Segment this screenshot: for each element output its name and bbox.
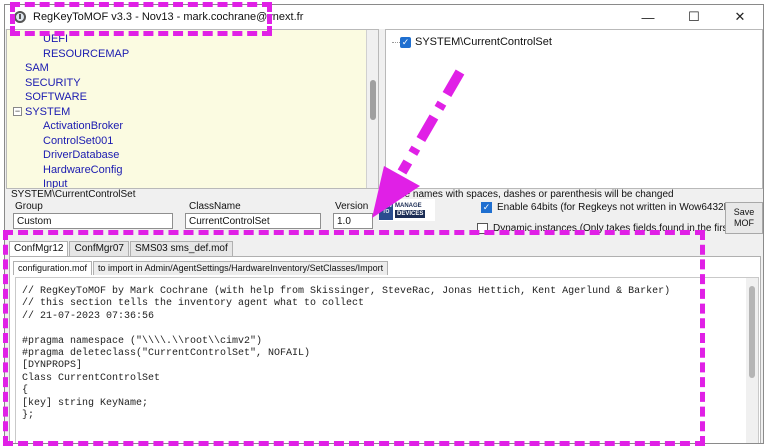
close-button[interactable]: ✕ — [717, 5, 763, 29]
window-title: RegKeyToMOF v3.3 - Nov13 - mark.cochrane… — [33, 11, 304, 23]
selected-path-label: SYSTEM\CurrentControlSet — [11, 189, 136, 200]
tree-item-label: DriverDatabase — [43, 149, 120, 161]
tree-item-label: HardwareConfig — [43, 163, 123, 176]
tree-item[interactable]: UEFI — [43, 32, 68, 46]
dynamic-instances-label: Dynamic instances (Only takes fields fou… — [493, 223, 757, 234]
checkbox-checked-icon[interactable]: ✓ — [481, 202, 492, 213]
tree-item[interactable]: DriverDatabase — [43, 148, 119, 162]
tree-item-label: SOFTWARE — [25, 91, 87, 103]
tree-scrollbar-thumb[interactable] — [370, 80, 376, 120]
naming-note: de names with spaces, dashes or parenthe… — [399, 189, 674, 200]
logo-devices-text: DEVICES — [395, 210, 426, 218]
group-label: Group — [15, 201, 43, 212]
checkbox-checked-icon[interactable]: ✓ — [400, 36, 411, 48]
selected-key-node[interactable]: ✓ SYSTEM\CurrentControlSet — [400, 36, 552, 48]
code-line: #pragma deleteclass("CurrentControlSet",… — [22, 348, 311, 359]
howtomanagedevices-logo: HOW TO MANAGE DEVICES — [379, 199, 435, 221]
tree-item-label: ControlSet001 — [43, 134, 114, 147]
title-bar[interactable]: RegKeyToMOF v3.3 - Nov13 - mark.cochrane… — [5, 5, 763, 29]
config-tabs: ConfMgr12 ConfMgr07 SMS03 sms_def.mof — [9, 241, 234, 257]
minimize-icon: — — [641, 9, 655, 25]
tab-import-mof[interactable]: to import in Admin/AgentSettings/Hardwar… — [93, 261, 389, 275]
code-line: [DYNPROPS] — [22, 360, 83, 372]
selected-keys-tree[interactable]: ✓ SYSTEM\CurrentControlSet — [385, 29, 763, 189]
code-line: { — [22, 385, 29, 397]
tree-item-label: ActivationBroker — [43, 120, 124, 132]
code-line: // 21-07-2023 07:36:56 — [22, 310, 155, 322]
selected-key-label: SYSTEM\CurrentControlSet — [415, 36, 552, 48]
window-controls: — ☐ ✕ — [625, 5, 763, 29]
app-window: RegKeyToMOF v3.3 - Nov13 - mark.cochrane… — [4, 4, 764, 444]
code-line: }; — [22, 410, 35, 421]
tree-scrollbar[interactable] — [366, 30, 378, 188]
tree-item[interactable]: Input — [43, 177, 68, 189]
logo-manage-text: MANAGE — [395, 203, 422, 209]
checkbox-unchecked-icon[interactable] — [477, 223, 488, 234]
version-label: Version — [335, 201, 369, 212]
enable64-checkbox[interactable]: ✓ Enable 64bits (for Regkeys not written… — [481, 202, 751, 213]
logo-how-mark: HOW TO — [379, 200, 393, 220]
tree-item[interactable]: RESOURCEMAP — [43, 47, 129, 61]
tab-sms03[interactable]: SMS03 sms_def.mof — [129, 241, 233, 256]
maximize-button[interactable]: ☐ — [671, 5, 717, 29]
tab-configuration-mof[interactable]: configuration.mof — [13, 261, 93, 275]
classname-label: ClassName — [189, 201, 241, 212]
tab-confmgr12[interactable]: ConfMgr12 — [9, 241, 69, 256]
registry-tree[interactable]: UEFI RESOURCEMAP SAM SECURITY SOFTWARE SYSTEM… — [6, 29, 379, 189]
tree-item[interactable]: SECURITY — [25, 76, 81, 90]
classname-input[interactable] — [185, 213, 321, 229]
tree-item-label: UEFI — [43, 33, 69, 45]
code-scrollbar-thumb[interactable] — [749, 286, 755, 378]
save-mof-button[interactable]: Save MOF — [725, 202, 763, 234]
tree-item-label: Input — [43, 178, 68, 189]
code-scrollbar[interactable] — [746, 278, 758, 443]
tree-item[interactable]: ActivationBroker — [43, 119, 123, 133]
tree-item[interactable]: SOFTWARE — [25, 90, 87, 104]
code-line: Class CurrentControlSet — [22, 372, 161, 384]
save-mof-label-line2: MOF — [734, 218, 754, 228]
close-icon: ✕ — [734, 9, 746, 24]
maximize-icon: ☐ — [688, 9, 700, 24]
app-icon — [13, 10, 27, 24]
enable64-label: Enable 64bits (for Regkeys not written i… — [497, 202, 751, 213]
collapse-icon[interactable]: − — [13, 106, 22, 116]
tab-confmgr07[interactable]: ConfMgr07 — [69, 241, 129, 256]
group-input[interactable] — [13, 213, 173, 229]
code-line: [key] string KeyName; — [22, 397, 149, 409]
tree-item[interactable]: ControlSet001 — [43, 134, 113, 148]
tree-connector — [392, 42, 400, 43]
version-input[interactable] — [333, 213, 373, 229]
tree-item[interactable]: SAM — [25, 61, 49, 75]
mof-code-editor[interactable]: // RegKeyToMOF by Mark Cochrane (with he… — [15, 277, 759, 443]
tree-item[interactable]: SYSTEM — [25, 105, 70, 119]
dynamic-instances-checkbox[interactable]: Dynamic instances (Only takes fields fou… — [477, 223, 757, 234]
code-line: // this section tells the inventory agen… — [22, 298, 365, 310]
mof-tabs: configuration.mof to import in Admin/Age… — [13, 261, 389, 276]
tree-item[interactable]: HardwareConfig — [43, 163, 122, 177]
code-line: #pragma namespace ("\\\\.\\root\\cimv2") — [22, 335, 263, 347]
tree-item-label: SECURITY — [25, 76, 81, 89]
code-line: // RegKeyToMOF by Mark Cochrane (with he… — [22, 286, 671, 297]
minimize-button[interactable]: — — [625, 5, 671, 29]
tree-item-label: SYSTEM — [25, 105, 71, 118]
tree-item-label: RESOURCEMAP — [43, 47, 130, 60]
save-mof-label-line1: Save — [733, 207, 755, 217]
tree-item-label: SAM — [25, 62, 49, 74]
